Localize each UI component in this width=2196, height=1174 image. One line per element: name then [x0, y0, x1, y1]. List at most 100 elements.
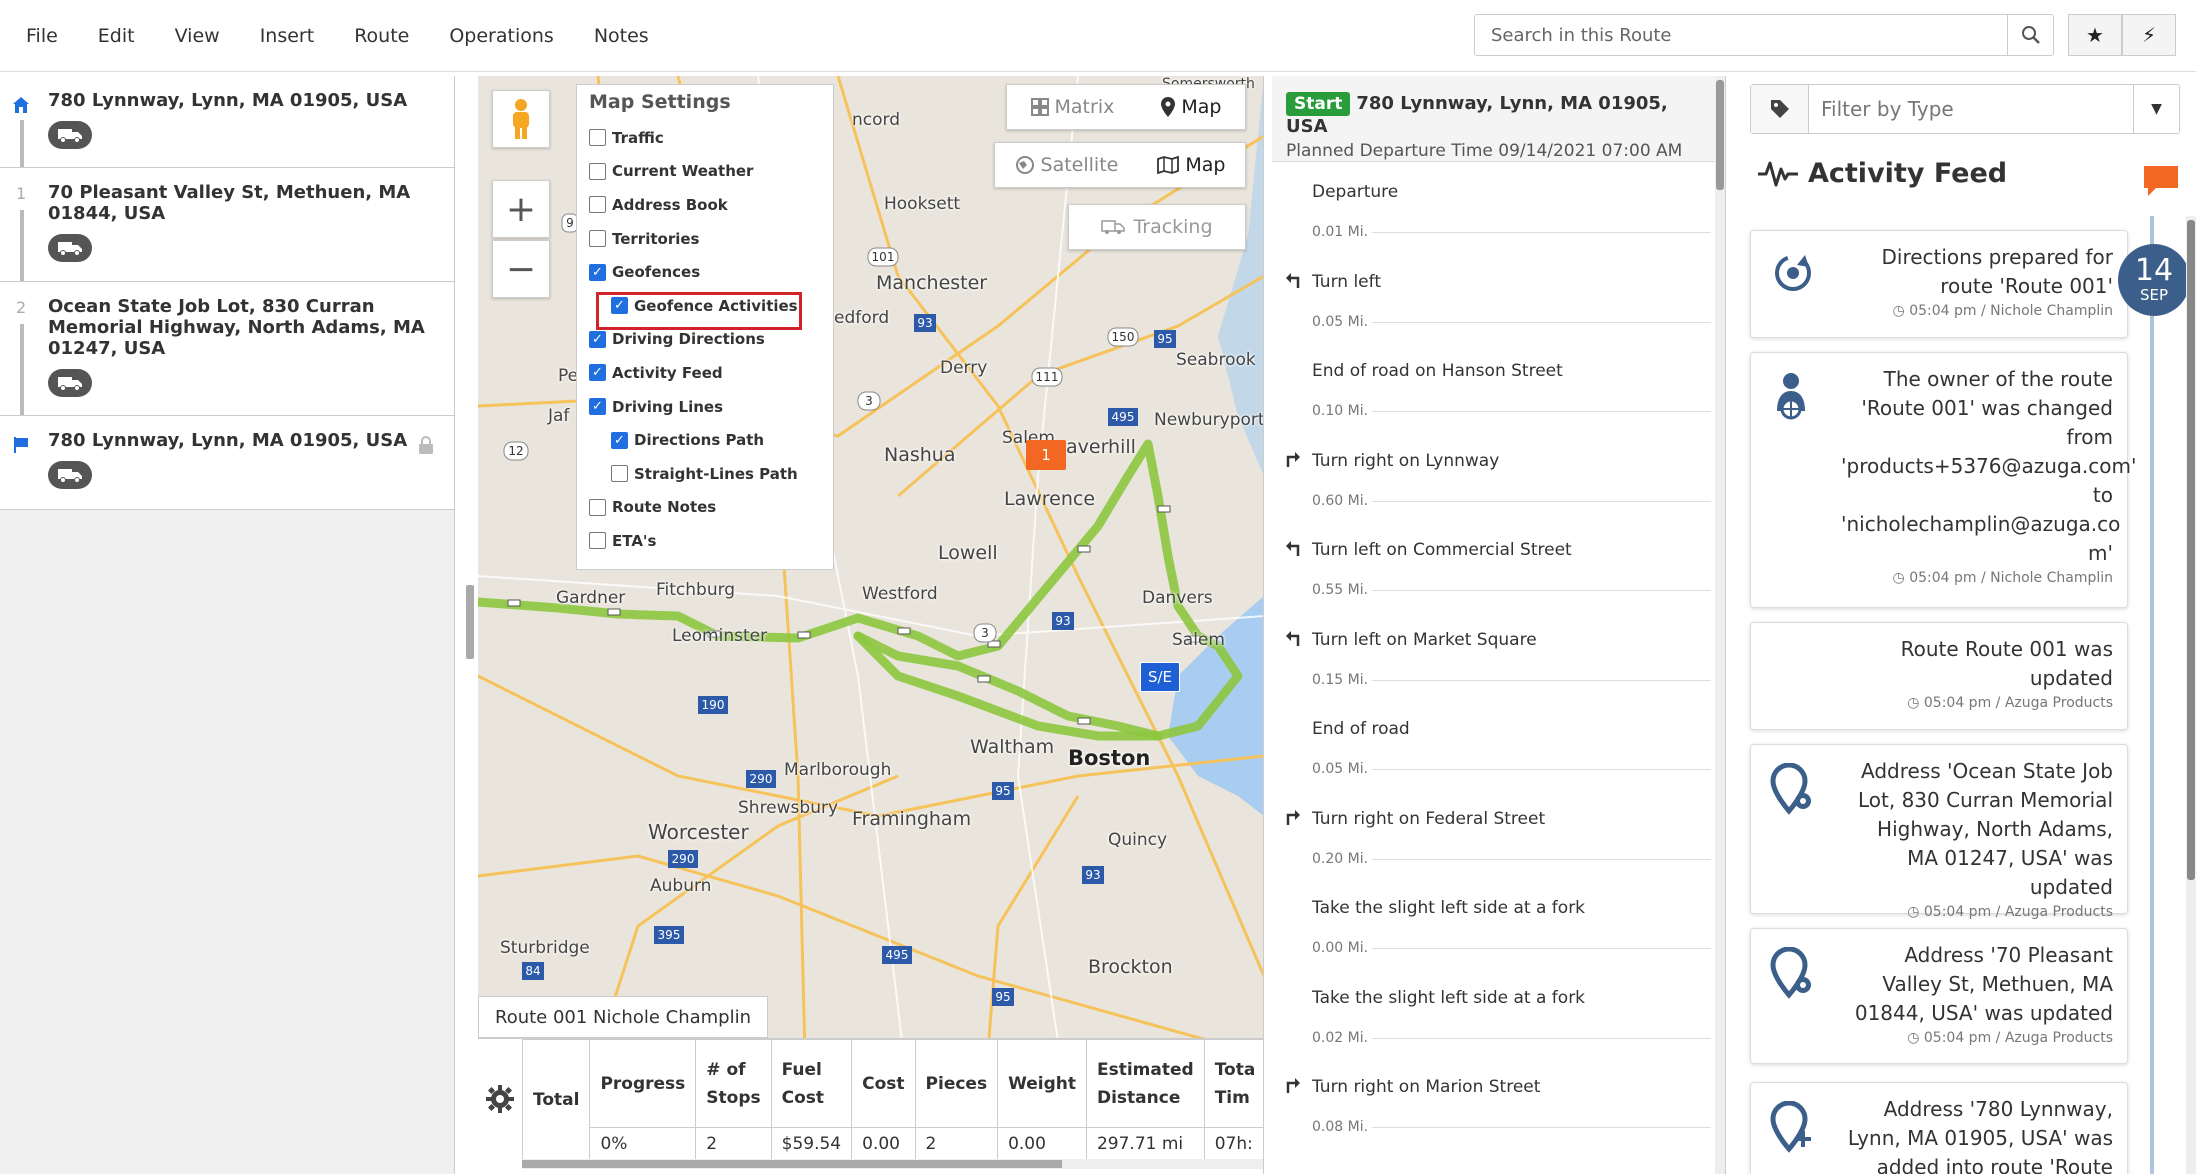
search-button[interactable] [2007, 15, 2053, 55]
menu-operations[interactable]: Operations [449, 25, 553, 47]
checkbox[interactable] [611, 431, 628, 449]
checkbox[interactable] [589, 364, 606, 382]
direction-distance: 0.00 Mi. [1312, 940, 1369, 956]
start-end-marker[interactable]: S/E [1140, 662, 1180, 692]
summary-value: 2 [914, 1127, 999, 1160]
truck-icon [58, 377, 82, 391]
direction-step[interactable]: Turn right on Marion Street 0.08 Mi. [1272, 1057, 1725, 1147]
svg-text:111: 111 [1036, 370, 1059, 384]
lock-icon[interactable] [418, 436, 434, 454]
map-setting-option[interactable]: Traffic [589, 121, 821, 155]
map-setting-option[interactable]: ETA's [589, 524, 821, 558]
map-setting-option[interactable]: Address Book [589, 188, 821, 222]
search-input[interactable] [1475, 15, 2007, 55]
checkbox[interactable] [589, 230, 606, 248]
direction-step[interactable]: End of road on Hanson Street 0.10 Mi. [1272, 341, 1725, 431]
summary-scrollbar[interactable] [522, 1159, 1263, 1169]
map-setting-option[interactable]: Driving Lines [589, 390, 821, 424]
map-setting-label: Geofences [612, 263, 701, 282]
direction-step[interactable]: Turn left 0.05 Mi. [1272, 252, 1725, 342]
map-setting-option[interactable]: Current Weather [589, 155, 821, 189]
checkbox[interactable] [589, 129, 606, 147]
step-divider [1372, 232, 1711, 233]
feed-card[interactable]: Address '70 Pleasant Valley St, Methuen,… [1750, 928, 2128, 1064]
direction-step[interactable]: Turn left on Commercial Street 0.55 Mi. [1272, 520, 1725, 610]
feed-card[interactable]: Directions prepared for route 'Route 001… [1750, 230, 2128, 338]
panel-splitter-handle[interactable] [466, 585, 474, 659]
map-setting-option[interactable]: Activity Feed [589, 356, 821, 390]
stop-item[interactable]: 2 Ocean State Job Lot, 830 Curran Memori… [0, 282, 454, 416]
filter-input[interactable] [1809, 86, 2133, 132]
menu-route[interactable]: Route [354, 25, 409, 47]
route-name-tab[interactable]: Route 001 Nichole Champlin [478, 996, 769, 1038]
favorite-button[interactable]: ★ [2068, 14, 2122, 56]
direction-step[interactable]: Turn left on Market Square 0.15 Mi. [1272, 610, 1725, 700]
svg-text:9: 9 [566, 216, 574, 230]
map-type-button[interactable]: Map [1157, 154, 1225, 176]
satellite-button[interactable]: Satellite [1015, 154, 1118, 176]
feed-card[interactable]: Route Route 001 was updated ◷ 05:04 pm / … [1750, 622, 2128, 730]
map-setting-option[interactable]: Directions Path [589, 423, 821, 457]
stop-marker[interactable]: 1 [1026, 440, 1066, 470]
truck-badge [48, 234, 92, 262]
filter-dropdown-button[interactable]: ▼ [2133, 85, 2179, 133]
step-divider [1372, 321, 1711, 323]
menu-view[interactable]: View [175, 25, 220, 47]
menu-edit[interactable]: Edit [98, 25, 135, 47]
menu-file[interactable]: File [26, 25, 58, 47]
menu-insert[interactable]: Insert [260, 25, 315, 47]
summary-header: # of Stops [695, 1039, 772, 1128]
map-setting-option[interactable]: Straight-Lines Path [589, 457, 821, 491]
map-setting-option[interactable]: Geofences [589, 255, 821, 289]
scrollbar-thumb[interactable] [522, 1160, 1062, 1168]
summary-settings-button[interactable] [478, 1039, 522, 1159]
feed-card[interactable]: Address '780 Lynnway, Lynn, MA 01905, US… [1750, 1082, 2128, 1174]
map-setting-label: Traffic [612, 128, 664, 147]
feed-card[interactable]: Address 'Ocean State Job Lot, 830 Curran… [1750, 744, 2128, 920]
checkbox[interactable] [589, 330, 606, 348]
comment-button[interactable] [2142, 164, 2180, 202]
stop-item-start[interactable]: 780 Lynnway, Lynn, MA 01905, USA [0, 76, 454, 168]
checkbox[interactable] [611, 465, 628, 483]
matrix-view-button[interactable]: Matrix [1030, 96, 1114, 118]
stop-item[interactable]: 1 70 Pleasant Valley St, Methuen, MA 018… [0, 168, 454, 282]
stop-number: 2 [16, 298, 27, 317]
checkbox[interactable] [589, 532, 606, 550]
direction-step[interactable]: Departure 0.01 Mi. [1272, 162, 1725, 252]
feed-card[interactable]: The owner of the route 'Route 001' was c… [1750, 352, 2136, 608]
map-view-button[interactable]: Map [1161, 96, 1221, 118]
menu-notes[interactable]: Notes [594, 25, 649, 47]
direction-step[interactable]: Take the slight left side at a fork 0.02 … [1272, 968, 1725, 1058]
checkbox[interactable] [589, 196, 606, 214]
direction-step[interactable]: Turn right on Federal Street 0.20 Mi. [1272, 789, 1725, 879]
summary-header: Estimated Distance [1085, 1039, 1205, 1128]
turn-left-icon [1284, 270, 1302, 294]
zoom-out-button[interactable]: − [492, 240, 550, 298]
direction-step[interactable]: End of road 0.05 Mi. [1272, 699, 1725, 789]
stop-item-end[interactable]: 780 Lynnway, Lynn, MA 01905, USA [0, 416, 454, 510]
zoom-in-button[interactable]: + [492, 180, 550, 238]
map-setting-label: Route Notes [612, 498, 717, 517]
scrollbar-thumb[interactable] [1716, 80, 1724, 190]
map-setting-option[interactable]: Territories [589, 222, 821, 256]
checkbox[interactable] [589, 162, 606, 180]
direction-step[interactable]: Take the slight left side at a fork 0.00 … [1272, 878, 1725, 968]
checkbox[interactable] [589, 498, 606, 516]
clock-icon: ◷ [1892, 570, 1910, 586]
tracking-button[interactable]: Tracking [1068, 204, 1246, 250]
direction-steps: Departure 0.01 Mi. Turn left 0.05 Mi. End of… [1272, 162, 1725, 1147]
street-view-button[interactable] [492, 90, 550, 148]
quick-action-button[interactable]: ⚡ [2122, 14, 2176, 56]
map-setting-label: Driving Lines [612, 397, 724, 416]
direction-instruction: Take the slight left side at a fork [1312, 898, 1586, 918]
directions-scrollbar[interactable] [1715, 76, 1725, 1174]
scrollbar-thumb[interactable] [2187, 220, 2195, 880]
feed-scrollbar[interactable] [2186, 216, 2196, 1174]
comment-icon [2144, 166, 2178, 196]
checkbox[interactable] [589, 398, 606, 416]
map-setting-option[interactable]: Route Notes [589, 491, 821, 525]
checkbox[interactable] [589, 263, 606, 281]
map-icon [1157, 156, 1180, 174]
direction-step[interactable]: Turn right on Lynnway 0.60 Mi. [1272, 431, 1725, 521]
route-map[interactable]: 101 93 111 150 95 495 3 12 93 3 190 290 … [478, 76, 1264, 1174]
